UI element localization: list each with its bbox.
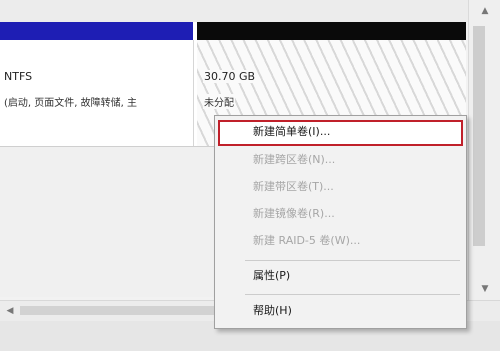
menu-item-new-striped-volume[interactable]: 新建带区卷(T)... <box>215 175 466 199</box>
menu-separator <box>245 260 460 261</box>
menu-item-new-mirrored-volume[interactable]: 新建镜像卷(R)... <box>215 202 466 226</box>
menu-item-label: 新建镜像卷(R)... <box>253 207 335 220</box>
vertical-scrollbar[interactable]: ▲ ▼ <box>468 0 500 300</box>
unallocated-bar <box>197 22 466 40</box>
unallocated-state: 未分配 <box>203 94 235 109</box>
context-menu: 新建简单卷(I)... 新建跨区卷(N)... 新建带区卷(T)... 新建镜像… <box>214 115 467 329</box>
menu-item-label: 属性(P) <box>253 269 291 282</box>
menu-item-new-raid5-volume[interactable]: 新建 RAID-5 卷(W)... <box>215 229 466 253</box>
menu-item-help[interactable]: 帮助(H) <box>215 299 466 323</box>
ntfs-partition-bar <box>0 22 193 40</box>
unallocated-size: 30.70 GB <box>203 70 257 83</box>
scroll-down-icon[interactable]: ▼ <box>469 278 500 300</box>
menu-separator <box>245 294 460 295</box>
menu-item-label: 帮助(H) <box>253 304 292 317</box>
disk-management-view: NTFS (启动, 页面文件, 故障转储, 主 30.70 GB 未分配 ▲ ▼… <box>0 0 500 351</box>
menu-item-new-simple-volume[interactable]: 新建简单卷(I)... <box>218 120 463 146</box>
ntfs-status-text: (启动, 页面文件, 故障转储, 主 <box>4 98 137 109</box>
scroll-left-icon[interactable]: ◀ <box>2 301 18 321</box>
ntfs-fs-label: NTFS <box>4 70 33 83</box>
menu-item-new-spanned-volume[interactable]: 新建跨区卷(N)... <box>215 148 466 172</box>
top-strip <box>0 0 470 22</box>
menu-item-label: 新建带区卷(T)... <box>253 180 334 193</box>
menu-item-label: 新建跨区卷(N)... <box>253 153 336 166</box>
scroll-up-icon[interactable]: ▲ <box>469 0 500 22</box>
ntfs-partition[interactable]: NTFS (启动, 页面文件, 故障转储, 主 <box>0 40 194 146</box>
menu-item-properties[interactable]: 属性(P) <box>215 264 466 288</box>
menu-item-label: 新建 RAID-5 卷(W)... <box>253 234 361 247</box>
vertical-scroll-thumb[interactable] <box>473 26 485 246</box>
menu-item-label: 新建简单卷(I)... <box>253 125 331 138</box>
